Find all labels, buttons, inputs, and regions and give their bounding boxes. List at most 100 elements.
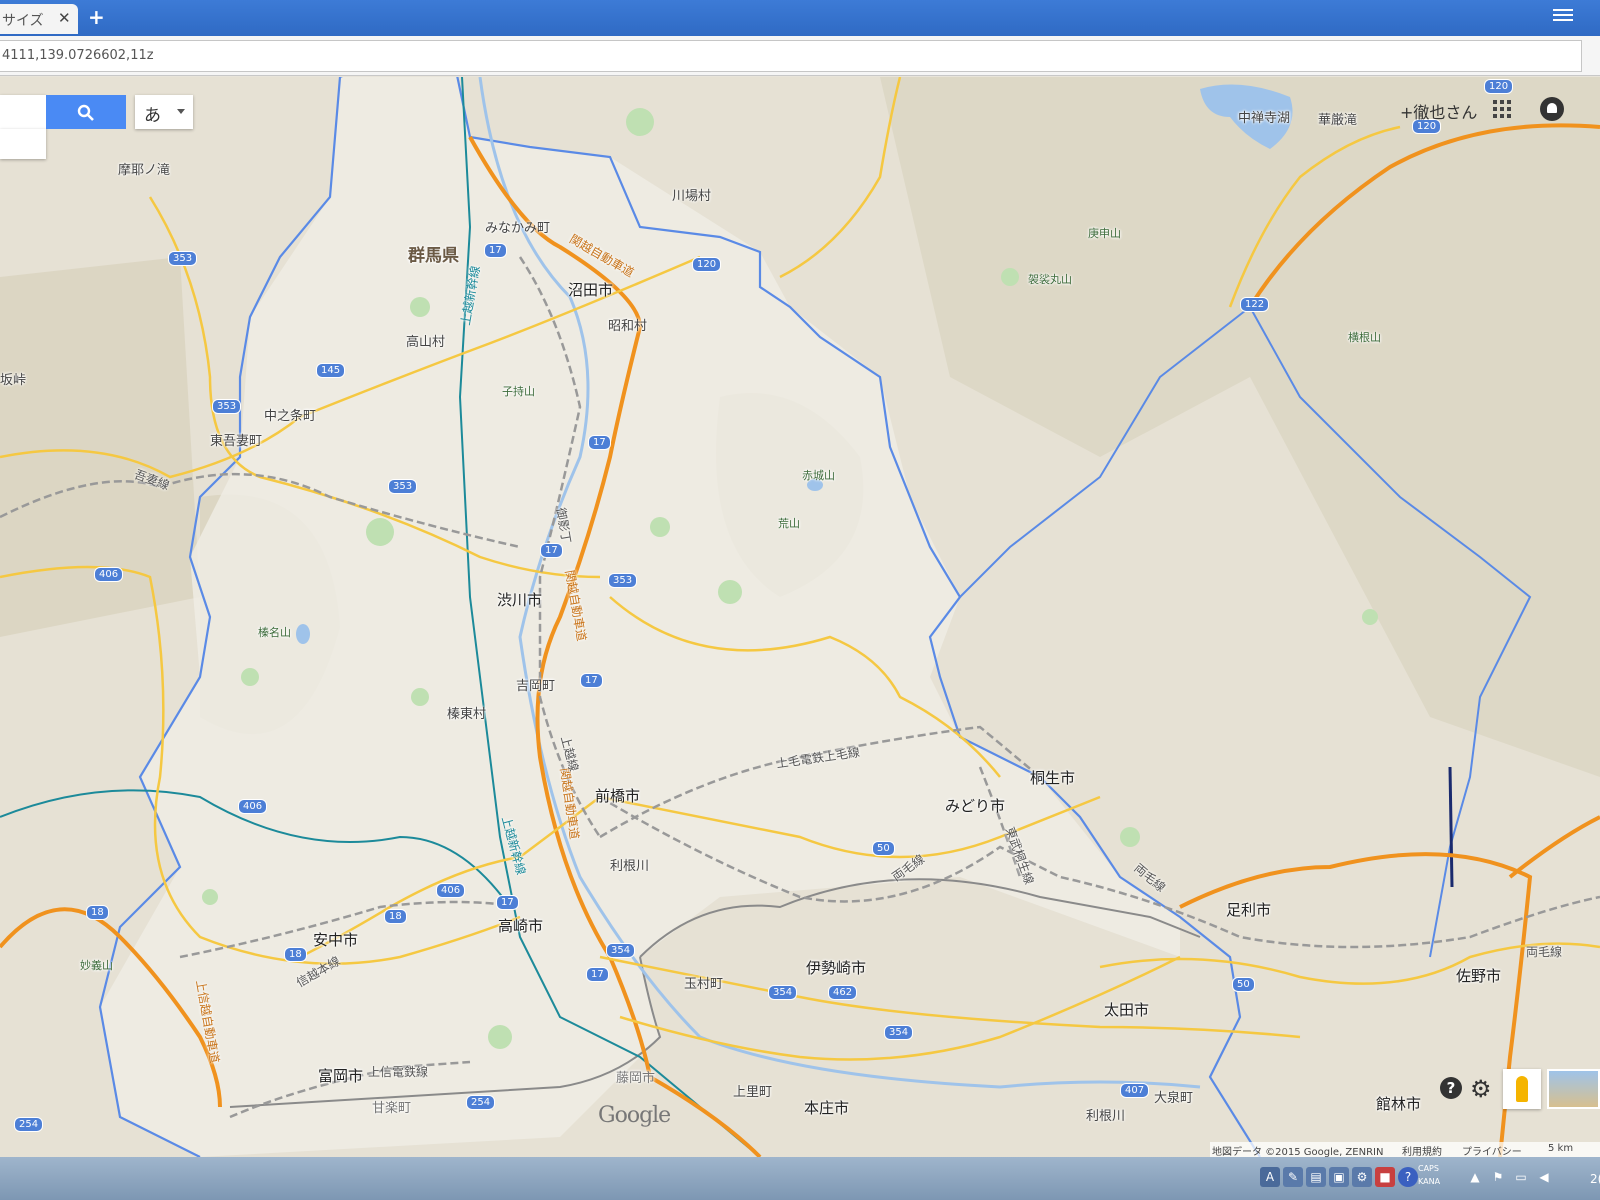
route-shield: 353	[212, 399, 242, 414]
label-shinto: 榛東村	[447, 707, 487, 722]
route-shield: 17	[586, 967, 609, 982]
search-button[interactable]	[46, 95, 126, 129]
label-annaka: 安中市	[313, 931, 359, 949]
route-shield: 353	[388, 479, 418, 494]
label-saka: 坂峠	[0, 373, 27, 388]
help-icon[interactable]: ?	[1440, 1077, 1462, 1099]
label-takayama: 高山村	[406, 335, 446, 350]
ime-tools-icon[interactable]: ⚙	[1352, 1167, 1372, 1187]
tab-list-icon[interactable]	[1553, 6, 1573, 26]
kana-label: KANA	[1418, 1177, 1441, 1186]
route-shield: 354	[606, 943, 636, 958]
route-shield: 254	[14, 1117, 44, 1132]
map-graphics	[0, 77, 1600, 1157]
label-takasaki: 高崎市	[498, 917, 544, 935]
gear-icon[interactable]: ⚙	[1470, 1075, 1492, 1103]
label-isesaki: 伊勢崎市	[806, 959, 867, 977]
network-icon[interactable]: ▭	[1511, 1167, 1531, 1187]
apps-grid-icon[interactable]	[1493, 100, 1511, 118]
route-shield: 254	[466, 1095, 496, 1110]
new-tab-button[interactable]: +	[88, 5, 105, 29]
label-yoshioka: 吉岡町	[516, 679, 556, 694]
volume-icon[interactable]: ◀	[1534, 1167, 1554, 1187]
route-shield: 18	[284, 947, 307, 962]
label-tomioka: 富岡市	[318, 1067, 364, 1085]
ime-settings-icon[interactable]: ■	[1375, 1167, 1395, 1187]
ime-dictionary-icon[interactable]: ▤	[1306, 1167, 1326, 1187]
browser-tab[interactable]: サイズ ✕	[0, 4, 78, 34]
route-shield: 50	[1232, 977, 1255, 992]
url-input[interactable]: 4111,139.0726602,11z	[0, 40, 1582, 72]
caps-kana-indicator: CAPS KANA	[1418, 1162, 1440, 1188]
search-suggestion-panel[interactable]	[0, 129, 46, 159]
label-fujioka: 藤岡市	[616, 1071, 656, 1086]
action-center-icon[interactable]: ⚑	[1488, 1167, 1508, 1187]
peak-haruna: 榛名山	[258, 626, 291, 639]
browser-tab-bar: サイズ ✕ +	[0, 0, 1600, 36]
label-midori: みどり市	[945, 797, 1006, 815]
peak-yokone: 横根山	[1348, 331, 1381, 344]
map-canvas[interactable]: 群馬県 沼田市 昭和村 みなかみ町 川場村 高山村 中之条町 東吾妻町 渋川市 …	[0, 77, 1600, 1157]
route-shield: 353	[168, 251, 198, 266]
clock[interactable]: 2(	[1590, 1172, 1600, 1186]
route-shield: 462	[828, 985, 858, 1000]
route-shield: 122	[1240, 297, 1270, 312]
route-shield: 353	[608, 573, 638, 588]
label-tonegawa-river: 利根川	[1086, 1109, 1126, 1124]
ime-help-icon[interactable]: ?	[1398, 1167, 1418, 1187]
label-kanra: 甘楽町	[372, 1101, 412, 1116]
peak-myogi: 妙義山	[80, 959, 113, 972]
earth-view-toggle[interactable]	[1547, 1069, 1600, 1109]
peak-kesamaru: 袈裟丸山	[1028, 273, 1072, 286]
map-attribution: 地図データ ©2015 Google, ZENRIN 利用規約 プライバシー 5…	[1210, 1142, 1600, 1157]
ime-icon[interactable]: A	[1260, 1167, 1280, 1187]
os-taskbar: A ✎ ▤ ▣ ⚙ ■ ? CAPS KANA ▲ ⚑ ▭ ◀ 2(	[0, 1157, 1600, 1200]
peak-akagi: 赤城山	[802, 469, 835, 482]
tab-title: サイズ	[2, 13, 44, 29]
route-shield: 354	[768, 985, 798, 1000]
ime-mode-icon[interactable]: ▣	[1329, 1167, 1349, 1187]
url-text: 4111,139.0726602,11z	[2, 48, 154, 63]
label-nakanojo: 中之条町	[264, 409, 317, 424]
label-sano: 佐野市	[1456, 967, 1502, 985]
route-shield: 17	[588, 435, 611, 450]
account-name-link[interactable]: +徹也さん	[1400, 99, 1477, 123]
peak-koshin: 庚申山	[1088, 227, 1121, 240]
privacy-link[interactable]: プライバシー	[1462, 1143, 1522, 1157]
label-gunma-pref: 群馬県	[408, 246, 459, 266]
label-oizumi: 大泉町	[1154, 1091, 1194, 1106]
show-hidden-icons-icon[interactable]: ▲	[1465, 1167, 1485, 1187]
route-shield: 17	[580, 673, 603, 688]
route-shield: 120	[1484, 79, 1514, 94]
tab-close-icon[interactable]: ✕	[58, 9, 71, 27]
label-numata: 沼田市	[568, 281, 614, 299]
input-method-label: あ	[144, 106, 161, 126]
route-shield: 17	[484, 243, 507, 258]
label-ashikaga: 足利市	[1226, 901, 1272, 919]
caps-label: CAPS	[1418, 1164, 1439, 1173]
label-kiryu: 桐生市	[1030, 769, 1076, 787]
search-input[interactable]	[0, 95, 46, 129]
pegman-icon	[1516, 1076, 1528, 1102]
label-joshin-line: 上信電鉄線	[368, 1065, 429, 1079]
label-tonegawa-river-2: 利根川	[610, 859, 650, 874]
route-shield: 18	[86, 905, 109, 920]
label-maebashi: 前橋市	[595, 787, 641, 805]
notification-bell-icon[interactable]	[1540, 97, 1564, 121]
chevron-down-icon	[177, 109, 185, 114]
map-data-credit: 地図データ ©2015 Google, ZENRIN	[1212, 1147, 1384, 1157]
route-shield: 145	[316, 363, 346, 378]
label-kawaba: 川場村	[672, 189, 712, 204]
ime-pad-icon[interactable]: ✎	[1283, 1167, 1303, 1187]
label-showa: 昭和村	[608, 319, 648, 334]
label-chuzenji: 中禅寺湖	[1238, 111, 1291, 126]
route-shield: 17	[496, 895, 519, 910]
street-view-pegman-button[interactable]	[1503, 1069, 1541, 1109]
label-shibukawa: 渋川市	[497, 591, 543, 609]
terms-link[interactable]: 利用規約	[1402, 1143, 1442, 1157]
system-tray: A ✎ ▤ ▣ ⚙ ■ ? CAPS KANA ▲ ⚑ ▭ ◀ 2(	[1245, 1159, 1600, 1199]
label-kegon: 華厳滝	[1318, 113, 1358, 128]
search-icon	[77, 104, 94, 121]
input-method-button[interactable]: あ	[135, 95, 193, 129]
peak-ara: 荒山	[778, 517, 800, 530]
